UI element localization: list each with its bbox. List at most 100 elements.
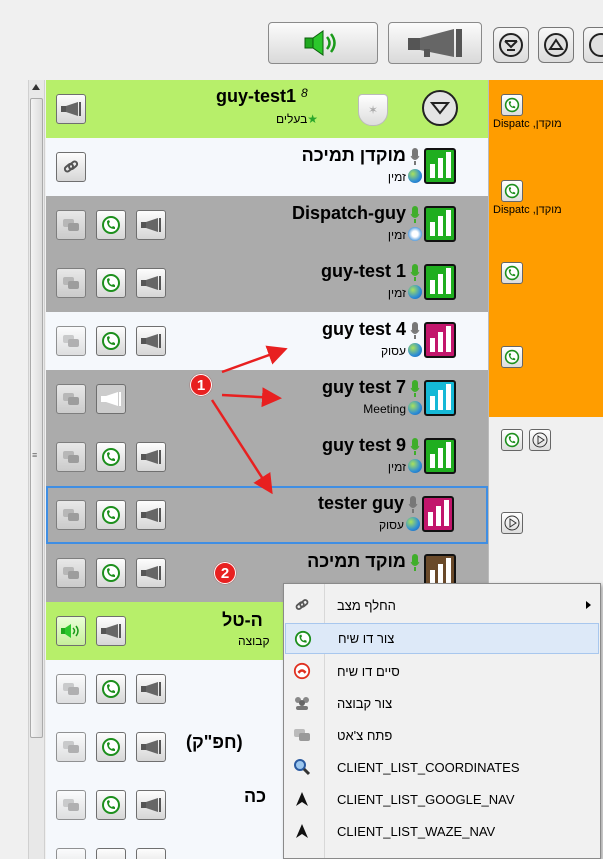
scroll-thumb[interactable] xyxy=(30,98,43,738)
menu-item-coordinates[interactable]: CLIENT_LIST_COORDINATES xyxy=(285,752,599,783)
call-button[interactable] xyxy=(501,346,523,368)
chat-button[interactable] xyxy=(56,732,86,762)
menu-item-toggle-state[interactable]: החלף מצב xyxy=(285,590,599,621)
play-circle-icon xyxy=(532,432,548,448)
user-row[interactable]: guy-test 1 זמין xyxy=(46,254,488,312)
megaphone-button[interactable] xyxy=(136,326,166,356)
megaphone-button[interactable] xyxy=(136,210,166,240)
speaker-button[interactable] xyxy=(268,22,378,64)
call-button[interactable] xyxy=(96,326,126,356)
signal-icon xyxy=(424,206,456,242)
signal-icon xyxy=(422,496,454,532)
call-button[interactable] xyxy=(96,732,126,762)
globe-icon xyxy=(408,343,422,357)
toggle-state-button[interactable] xyxy=(56,152,86,182)
extra-button[interactable] xyxy=(583,27,603,63)
phone-icon xyxy=(504,97,520,113)
user-name-partial: (חפ"ק) xyxy=(186,732,243,752)
group-speaker-button[interactable] xyxy=(56,616,86,646)
phone-icon xyxy=(102,448,120,466)
group-megaphone-button[interactable] xyxy=(96,616,126,646)
megaphone-button[interactable] xyxy=(136,442,166,472)
scroll-up-arrow-icon[interactable] xyxy=(32,84,40,90)
chat-button[interactable] xyxy=(56,790,86,820)
triangle-up-icon xyxy=(544,33,568,57)
user-name: guy test 9 xyxy=(321,435,406,455)
chat-button[interactable] xyxy=(56,210,86,240)
panel-member-label: מוקדן, Dispatc xyxy=(493,204,562,216)
chat-button[interactable] xyxy=(56,558,86,588)
play-button[interactable] xyxy=(529,429,551,451)
user-row[interactable]: guy test 4 עסוק xyxy=(46,312,488,370)
chat-button[interactable] xyxy=(56,848,86,859)
chat-icon xyxy=(63,567,79,579)
megaphone-button[interactable] xyxy=(136,674,166,704)
user-row[interactable]: Dispatch-guy זמין xyxy=(46,196,488,254)
user-status: זמין xyxy=(387,460,406,474)
play-button[interactable] xyxy=(501,512,523,534)
star-icon: ★ xyxy=(307,112,319,126)
call-button[interactable] xyxy=(501,262,523,284)
menu-item-waze-nav[interactable]: CLIENT_LIST_WAZE_NAV xyxy=(285,816,599,847)
phone-icon xyxy=(102,332,120,350)
user-row[interactable]: guy test 7 Meeting xyxy=(46,370,488,428)
phone-icon xyxy=(102,216,120,234)
collapse-all-button[interactable] xyxy=(538,27,574,63)
group-name-text: guy-test1 xyxy=(216,86,297,106)
chat-button[interactable] xyxy=(56,674,86,704)
link-icon xyxy=(63,160,79,173)
user-row[interactable]: מוקדן תמיכה זמין xyxy=(46,138,488,196)
menu-item-end-call[interactable]: סיים דו שיח xyxy=(285,656,599,687)
call-button[interactable] xyxy=(96,790,126,820)
megaphone-icon xyxy=(141,276,161,290)
user-row[interactable]: guy test 9 זמין xyxy=(46,428,488,486)
group-megaphone-button[interactable] xyxy=(56,94,86,124)
menu-item-google-nav[interactable]: CLIENT_LIST_GOOGLE_NAV xyxy=(285,784,599,815)
signal-icon xyxy=(424,148,456,184)
call-button[interactable] xyxy=(501,180,523,202)
mic-icon xyxy=(410,148,420,165)
megaphone-button[interactable] xyxy=(136,790,166,820)
chat-button[interactable] xyxy=(56,442,86,472)
mic-icon xyxy=(408,496,418,513)
call-button[interactable] xyxy=(501,429,523,451)
signal-icon xyxy=(424,380,456,416)
menu-item-create-group[interactable]: צור קבוצה xyxy=(285,688,599,719)
call-button[interactable] xyxy=(96,674,126,704)
call-button[interactable] xyxy=(96,500,126,530)
menu-item-start-call[interactable]: צור דו שיח xyxy=(285,623,599,654)
megaphone-icon xyxy=(101,624,121,638)
chat-button[interactable] xyxy=(56,326,86,356)
globe-icon xyxy=(408,169,422,183)
call-button[interactable] xyxy=(96,442,126,472)
chat-button[interactable] xyxy=(56,268,86,298)
megaphone-button[interactable] xyxy=(136,848,166,859)
megaphone-icon xyxy=(101,392,121,406)
megaphone-button[interactable] xyxy=(136,500,166,530)
mic-icon xyxy=(410,322,420,339)
chat-button[interactable] xyxy=(56,384,86,414)
user-status: זמין xyxy=(387,170,406,184)
user-name: guy test 4 xyxy=(321,319,406,339)
megaphone-button[interactable] xyxy=(136,732,166,762)
mic-icon xyxy=(410,438,420,455)
vertical-scrollbar[interactable]: ≡ xyxy=(28,80,45,859)
group-header[interactable]: guy-test1 8 ★בעלים ✶ xyxy=(46,80,488,138)
menu-item-open-chat[interactable]: פתח צ'אט xyxy=(285,720,599,751)
signal-icon xyxy=(424,264,456,300)
call-button[interactable] xyxy=(96,558,126,588)
megaphone-button[interactable] xyxy=(96,384,126,414)
user-name: Dispatch-guy xyxy=(291,203,406,223)
call-button[interactable] xyxy=(96,268,126,298)
call-button[interactable] xyxy=(96,210,126,240)
chat-button[interactable] xyxy=(56,500,86,530)
filter-button[interactable] xyxy=(493,27,529,63)
user-name: מוקדן תמיכה xyxy=(301,145,406,165)
call-button[interactable] xyxy=(501,94,523,116)
megaphone-button[interactable] xyxy=(136,558,166,588)
megaphone-button[interactable] xyxy=(136,268,166,298)
collapse-group-button[interactable] xyxy=(422,90,458,126)
user-row-selected[interactable]: tester guy עסוק xyxy=(46,486,488,544)
call-button[interactable] xyxy=(96,848,126,859)
megaphone-button[interactable] xyxy=(388,22,482,64)
